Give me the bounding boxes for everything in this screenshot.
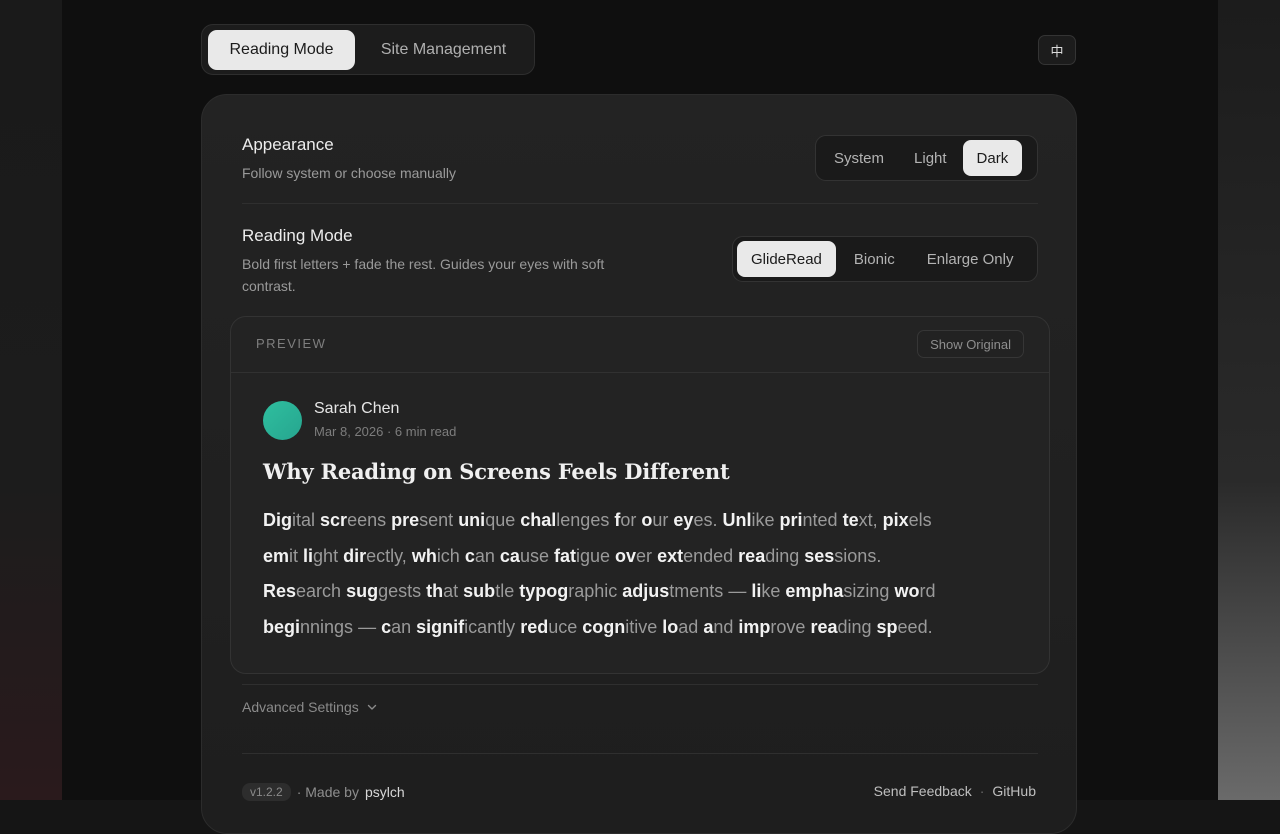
article-word: fatigue [553,545,611,566]
article-word: sessions. [804,545,882,566]
reading-mode-description: Bold first letters + fade the rest. Guid… [242,253,682,297]
reading-mode-option-bionic[interactable]: Bionic [838,241,911,277]
article-word: eyes. [673,510,718,530]
article-word: screens [320,510,387,530]
footer-right: Send Feedback · GitHub [874,783,1036,799]
article-word: improve [738,616,806,637]
article-word: word [894,581,936,601]
article-word: light [303,545,339,566]
article-body-line: emit light directly, which can cause fat… [263,539,1033,575]
article-word: — [358,616,377,637]
reading-mode-option-glideread[interactable]: GlideRead [737,241,836,277]
made-by-author-link[interactable]: psylch [365,784,405,800]
preview-header: PREVIEW Show Original [231,317,1049,373]
version-badge: v1.2.2 [242,783,291,801]
article-word: pixels [882,510,932,530]
settings-card: Appearance Follow system or choose manua… [201,94,1077,834]
article-word: can [381,616,412,637]
background-left [0,0,62,800]
article-word: printed [779,510,838,530]
article-meta: Mar 8, 2026 · 6 min read [314,424,457,439]
send-feedback-link[interactable]: Send Feedback [874,783,972,799]
article-word: beginnings [263,616,354,637]
footer-left: v1.2.2 · Made by psylch [242,783,405,801]
article-word: text, [842,510,878,530]
article-word: adjustments [622,581,724,601]
github-link[interactable]: GitHub [992,783,1036,799]
article-word: can [464,545,495,566]
tab-site-management[interactable]: Site Management [359,30,528,70]
article-word: over [615,545,653,566]
article-word: directly, [343,545,407,566]
reading-mode-description-line2: contrast. [242,278,296,294]
show-original-button[interactable]: Show Original [917,330,1024,358]
appearance-segmented-control: System Light Dark [815,135,1038,181]
article-body-line: Research suggests that subtle typographi… [263,574,1033,610]
article-word: Digital [263,510,316,530]
article-word: for [614,510,637,530]
appearance-option-system[interactable]: System [820,140,898,176]
reading-mode-option-enlarge-only[interactable]: Enlarge Only [913,241,1028,277]
article-word: challenges [520,510,610,530]
article-word: present [391,510,454,530]
article-body-line: Digital screens present unique challenge… [263,503,1033,539]
chevron-down-icon [367,704,376,710]
article-word: typographic [519,581,618,601]
advanced-settings-label: Advanced Settings [242,699,359,715]
preview-panel: PREVIEW Show Original Sarah Chen Mar 8, … [230,316,1050,674]
reading-mode-segmented-control: GlideRead Bionic Enlarge Only [732,236,1038,282]
reading-mode-title: Reading Mode [242,226,353,245]
footer-separator: · [979,783,985,799]
article-word: Research [263,581,342,601]
preview-label: PREVIEW [256,336,327,351]
article-word: cognitive [582,616,658,637]
article-word: emit [263,545,299,566]
article-word: reduce [520,616,578,637]
article-body-line: beginnings — can significantly reduce co… [263,610,1033,646]
article-word: — [728,581,747,601]
article-word: cause [499,545,549,566]
article-title: Why Reading on Screens Feels Different [263,459,730,484]
article-word: extended [657,545,734,566]
appearance-description: Follow system or choose manually [242,165,456,181]
article-word: our [641,510,669,530]
divider [242,203,1038,204]
advanced-settings-toggle[interactable]: Advanced Settings [242,699,377,715]
article-word: reading [738,545,800,566]
article-word: reading [810,616,872,637]
article-word: which [411,545,460,566]
author-name: Sarah Chen [314,400,400,417]
article-body: Digital screens present unique challenge… [263,503,1033,645]
appearance-option-light[interactable]: Light [900,140,961,176]
reading-mode-description-line1: Bold first letters + fade the rest. Guid… [242,256,605,272]
article-word: emphasizing [785,581,890,601]
language-toggle-button[interactable]: 中 [1038,35,1076,65]
article-word: unique [458,510,516,530]
article-word: speed. [876,616,933,637]
avatar [263,401,302,440]
article-word: load [662,616,699,637]
article-word: subtle [463,581,515,601]
made-by-label: · Made by [296,784,359,800]
divider [242,753,1038,754]
article-word: and [703,616,734,637]
tab-reading-mode[interactable]: Reading Mode [208,29,356,70]
article-word: suggests [346,581,422,601]
article-word: significantly [416,616,516,637]
article-word: that [426,581,459,601]
background-right [1218,0,1280,800]
divider [242,684,1038,685]
article-word: like [751,581,781,601]
appearance-title: Appearance [242,135,334,154]
top-tabs: Reading Mode Site Management [201,24,535,75]
article-word: Unlike [722,510,775,530]
appearance-option-dark[interactable]: Dark [962,140,1023,176]
